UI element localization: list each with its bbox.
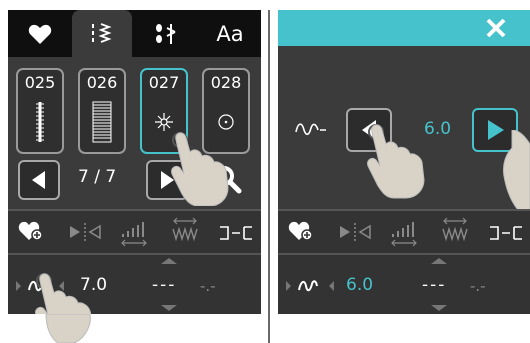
tab-favorites[interactable] [12,10,68,57]
heart-icon [28,24,52,44]
mirror-icon[interactable] [338,221,372,243]
stitch-width-value: 6.0 [346,275,374,295]
stitch-number: 025 [24,73,56,92]
stitch-length-value: --- [152,275,177,295]
zigzag-stitch-icon [295,123,326,136]
hand-pointer-icon [503,130,530,210]
tab-fonts[interactable]: Aa [202,10,258,57]
tab-stitch-list[interactable] [72,10,132,57]
length-down-icon[interactable] [428,303,450,313]
screen-divider [268,10,270,343]
stitch-width-control[interactable] [283,273,337,299]
add-favorite-icon[interactable] [18,219,44,243]
hand-pointer-icon [367,124,425,199]
width-adjust-icon[interactable] [440,217,470,247]
tab-decorative[interactable] [138,10,194,57]
stitch-number: 028 [210,73,242,92]
stitch-selection-screen: Aa 025 026 027 028 7 / 7 7.0 --- -.- [8,10,261,314]
length-adjust-icon[interactable] [390,219,420,247]
close-icon[interactable] [484,16,508,40]
length-up-icon[interactable] [428,256,450,266]
stitch-length-value: --- [422,275,447,295]
page-indicator: 7 / 7 [78,167,117,187]
stitch-card-025[interactable]: 025 [16,68,64,154]
decorative-stitch-icon [156,23,176,44]
stitch-card-026[interactable]: 026 [78,68,126,154]
thread-tension-value: -.- [470,277,486,295]
stitch-parameters: 7.0 --- -.- [8,255,261,314]
stitch-number: 027 [148,73,180,92]
triangle-left-icon [32,171,45,189]
buttonhole-stitch-icon [36,102,44,142]
stitch-toolbar [8,211,261,253]
page-prev-button[interactable] [18,160,60,200]
mirror-icon[interactable] [68,221,102,243]
stitch-toolbar [278,211,530,253]
length-up-icon[interactable] [158,256,180,266]
add-favorite-icon[interactable] [288,219,314,243]
width-adjust-icon[interactable] [170,217,200,247]
stitch-sequence-icon[interactable] [218,223,254,243]
stitch-sequence-icon[interactable] [488,223,524,243]
stitch-number: 026 [86,73,118,92]
thread-tension-value: -.- [200,277,216,295]
stitch-list-icon [92,22,112,43]
length-adjust-icon[interactable] [120,219,150,247]
tab-bar: Aa [8,10,261,57]
hand-pointer-icon [35,273,92,314]
font-icon: Aa [216,21,244,46]
wide-buttonhole-icon [92,101,112,143]
stitch-parameters: 6.0 --- -.- [278,255,530,314]
hand-pointer-overflow [45,314,91,343]
length-down-icon[interactable] [158,303,180,313]
stitch-width-screen: 6.0 6.0 --- -.- [278,10,530,314]
hand-pointer-icon [171,132,229,206]
dialog-titlebar [278,10,530,46]
